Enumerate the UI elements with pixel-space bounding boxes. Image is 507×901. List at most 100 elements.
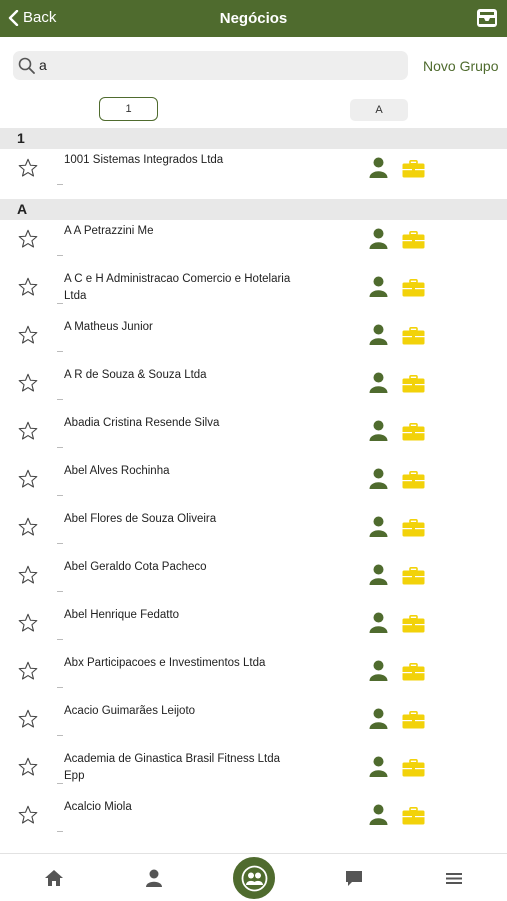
briefcase-icon[interactable] — [402, 615, 425, 633]
person-icon[interactable] — [369, 564, 388, 585]
briefcase-icon[interactable] — [402, 327, 425, 345]
search-input[interactable]: a — [13, 51, 408, 80]
top-bar: Back Negócios — [0, 0, 507, 37]
divider — [57, 184, 63, 185]
item-name: A A Petrazzini Me — [64, 225, 154, 237]
page-title: Negócios — [219, 10, 288, 27]
person-icon[interactable] — [369, 324, 388, 345]
divider — [57, 783, 63, 784]
divider — [57, 351, 63, 352]
item-name: Abx Participacoes e Investimentos Ltda — [64, 657, 266, 669]
list-item[interactable]: Abel Flores de Souza Oliveira — [0, 510, 507, 558]
star-icon[interactable] — [17, 372, 39, 394]
list-item[interactable]: A C e H Administracao Comercio e Hotelar… — [0, 270, 507, 318]
briefcase-icon[interactable] — [402, 807, 425, 825]
divider — [57, 495, 63, 496]
item-name: Acalcio Miola — [64, 801, 132, 813]
item-name: A C e H Administracao Comercio e Hotelar… — [64, 273, 291, 302]
list-item[interactable]: Acacio Guimarães Leijoto — [0, 702, 507, 750]
divider — [57, 735, 63, 736]
list-item[interactable]: A Matheus Junior — [0, 318, 507, 366]
divider — [57, 543, 63, 544]
item-name: Abel Henrique Fedatto — [64, 609, 180, 621]
search-icon — [18, 57, 35, 74]
list-item[interactable]: A A Petrazzini Me — [0, 222, 507, 270]
star-icon[interactable] — [17, 612, 39, 634]
star-icon[interactable] — [17, 708, 39, 730]
star-icon[interactable] — [17, 324, 39, 346]
person-icon[interactable] — [369, 660, 388, 681]
divider — [57, 255, 63, 256]
person-icon[interactable] — [369, 804, 388, 825]
new-group-button[interactable]: Novo Grupo — [423, 58, 498, 74]
divider — [57, 639, 63, 640]
section-header: 1 — [0, 128, 507, 149]
divider — [57, 303, 63, 304]
divider — [57, 687, 63, 688]
star-icon[interactable] — [17, 660, 39, 682]
section-header: A — [0, 199, 507, 220]
item-name: Acacio Guimarães Leijoto — [64, 705, 196, 717]
briefcase-icon[interactable] — [402, 279, 425, 297]
star-icon[interactable] — [17, 564, 39, 586]
briefcase-icon[interactable] — [402, 231, 425, 249]
star-icon[interactable] — [17, 804, 39, 826]
list-item[interactable]: Abadia Cristina Resende Silva — [0, 414, 507, 462]
list-item[interactable]: Acalcio Miola — [0, 798, 507, 846]
item-name: A Matheus Junior — [64, 321, 153, 333]
person-icon[interactable] — [369, 276, 388, 297]
item-name: Academia de Ginastica Brasil Fitness Ltd… — [64, 753, 281, 782]
list-item[interactable]: Abel Alves Rochinha — [0, 462, 507, 510]
item-name: Abadia Cristina Resende Silva — [64, 417, 220, 429]
list-item[interactable]: 1001 Sistemas Integrados Ltda — [0, 151, 507, 199]
list-item[interactable]: A R de Souza & Souza Ltda — [0, 366, 507, 414]
person-icon[interactable] — [144, 868, 164, 888]
briefcase-icon[interactable] — [402, 160, 425, 178]
list-item[interactable]: Academia de Ginastica Brasil Fitness Ltd… — [0, 750, 507, 798]
star-icon[interactable] — [17, 157, 39, 179]
briefcase-icon[interactable] — [402, 423, 425, 441]
group-button[interactable] — [231, 855, 277, 901]
person-icon[interactable] — [369, 228, 388, 249]
inbox-icon[interactable] — [476, 8, 498, 28]
star-icon[interactable] — [17, 276, 39, 298]
list-item[interactable]: Abx Participacoes e Investimentos Ltda — [0, 654, 507, 702]
star-icon[interactable] — [17, 516, 39, 538]
item-name: Abel Flores de Souza Oliveira — [64, 513, 217, 525]
briefcase-icon[interactable] — [402, 471, 425, 489]
person-icon[interactable] — [369, 157, 388, 178]
divider — [57, 447, 63, 448]
person-icon[interactable] — [369, 708, 388, 729]
person-icon[interactable] — [369, 372, 388, 393]
person-icon[interactable] — [369, 612, 388, 633]
list-item[interactable]: Abel Henrique Fedatto — [0, 606, 507, 654]
item-name: Abel Geraldo Cota Pacheco — [64, 561, 207, 573]
briefcase-icon[interactable] — [402, 375, 425, 393]
group-icon — [241, 865, 268, 892]
briefcase-icon[interactable] — [402, 759, 425, 777]
item-name: A R de Souza & Souza Ltda — [64, 369, 207, 381]
home-icon[interactable] — [44, 868, 64, 888]
divider — [57, 399, 63, 400]
briefcase-icon[interactable] — [402, 567, 425, 585]
person-icon[interactable] — [369, 516, 388, 537]
star-icon[interactable] — [17, 756, 39, 778]
briefcase-icon[interactable] — [402, 663, 425, 681]
item-name: 1001 Sistemas Integrados Ltda — [64, 154, 224, 166]
list-item[interactable]: Abel Geraldo Cota Pacheco — [0, 558, 507, 606]
briefcase-icon[interactable] — [402, 711, 425, 729]
index-tab-1[interactable]: 1 — [99, 97, 158, 121]
chat-icon[interactable] — [344, 868, 364, 888]
person-icon[interactable] — [369, 756, 388, 777]
star-icon[interactable] — [17, 420, 39, 442]
search-value: a — [39, 57, 47, 73]
briefcase-icon[interactable] — [402, 519, 425, 537]
person-icon[interactable] — [369, 468, 388, 489]
item-name: Abel Alves Rochinha — [64, 465, 170, 477]
index-tab-a[interactable]: A — [350, 99, 408, 121]
person-icon[interactable] — [369, 420, 388, 441]
menu-icon[interactable] — [444, 868, 464, 888]
divider — [57, 831, 63, 832]
star-icon[interactable] — [17, 468, 39, 490]
star-icon[interactable] — [17, 228, 39, 250]
